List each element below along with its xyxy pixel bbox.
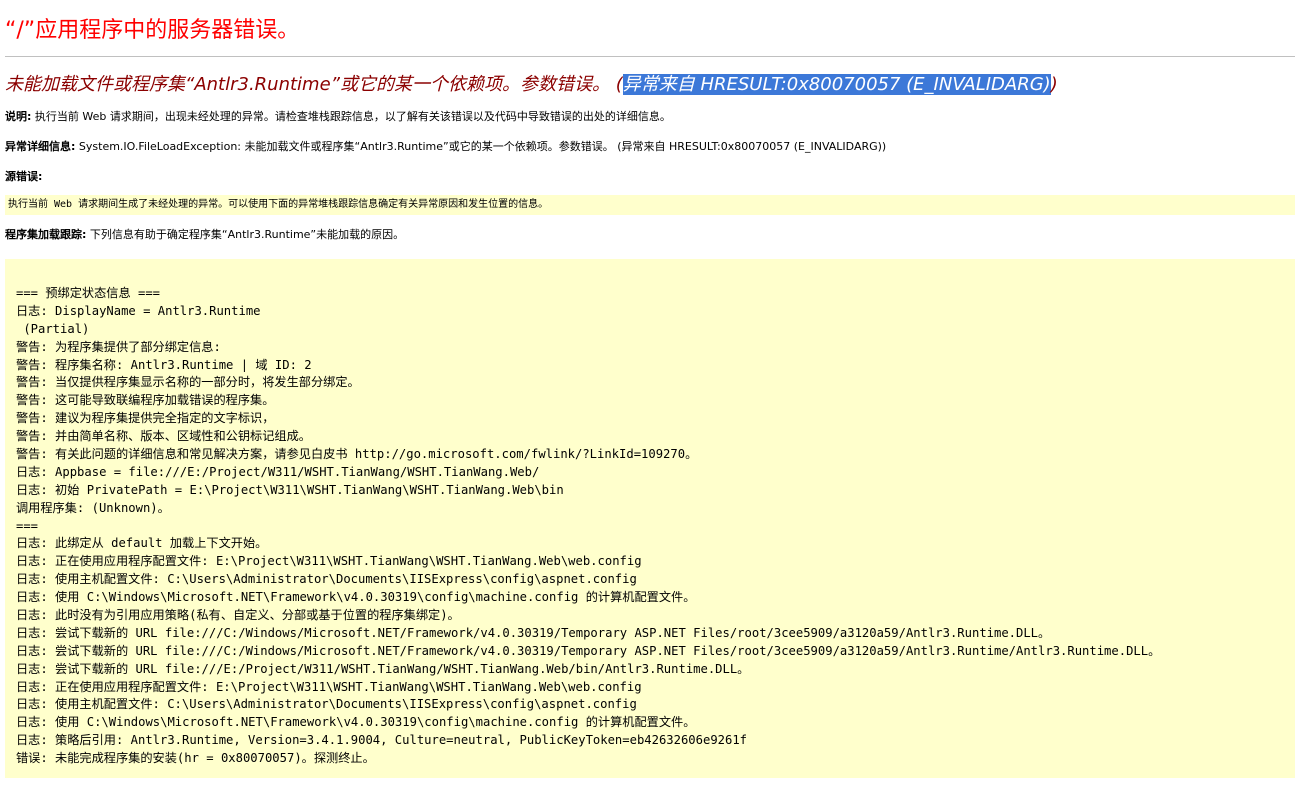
log-line: 日志: 使用 C:\Windows\Microsoft.NET\Framewor… [16,590,696,605]
log-line: 日志: 正在使用应用程序配置文件: E:\Project\W311\WSHT.T… [16,554,642,569]
log-line: 警告: 程序集名称: Antlr3.Runtime | 域 ID: 2 [16,357,312,372]
log-line: 日志: 此时没有为引用应用策略(私有、自定义、分部或基于位置的程序集绑定)。 [16,608,460,623]
source-error-heading: 源错误: [5,167,1290,187]
log-line: === [16,518,39,533]
log-line: 日志: 尝试下载新的 URL file:///E:/Project/W311/W… [16,661,750,676]
log-line: 日志: 尝试下载新的 URL file:///C:/Windows/Micros… [16,643,1161,658]
log-line: 警告: 并由简单名称、版本、区域性和公钥标记组成。 [16,429,311,444]
log-line: 警告: 当仅提供程序集显示名称的一部分时，将发生部分绑定。 [16,375,360,390]
exception-details-paragraph: 异常详细信息: System.IO.FileLoadException: 未能加… [5,137,1290,157]
source-error-box: 执行当前 Web 请求期间生成了未经处理的异常。可以使用下面的异常堆栈跟踪信息确… [5,195,1295,215]
log-line: 日志: DisplayName = Antlr3.Runtime [16,303,261,318]
title-divider [5,56,1295,57]
log-line: 警告: 这可能导致联编程序加载错误的程序集。 [16,393,275,408]
subtitle-suffix: ) [1050,74,1058,95]
log-line: 日志: 正在使用应用程序配置文件: E:\Project\W311\WSHT.T… [16,679,642,694]
log-line: === 预绑定状态信息 === [16,286,161,300]
log-line: 警告: 有关此问题的详细信息和常见解决方案，请参见白皮书 http://go.m… [16,447,698,462]
log-line: 日志: Appbase = file:///E:/Project/W311/WS… [16,464,540,479]
source-error-label: 源错误: [5,170,43,183]
log-line: 日志: 使用主机配置文件: C:\Users\Administrator\Doc… [16,697,637,712]
log-line: 日志: 策略后引用: Antlr3.Runtime, Version=3.4.1… [16,733,748,748]
error-subtitle: 未能加载文件或程序集“Antlr3.Runtime”或它的某一个依赖项。参数错误… [5,71,1290,99]
log-line: 日志: 使用主机配置文件: C:\Users\Administrator\Doc… [16,572,637,587]
exception-details-text: System.IO.FileLoadException: 未能加载文件或程序集“… [75,140,887,153]
assembly-trace-paragraph: 程序集加载跟踪: 下列信息有助于确定程序集“Antlr3.Runtime”未能加… [5,225,1290,245]
log-line: 日志: 初始 PrivatePath = E:\Project\W311\WSH… [16,482,564,497]
log-line: 调用程序集: (Unknown)。 [16,500,170,515]
assembly-log-block: === 预绑定状态信息 === 日志: DisplayName = Antlr3.… [5,259,1295,779]
log-line: 日志: 使用 C:\Windows\Microsoft.NET\Framewor… [16,715,696,730]
assembly-trace-text: 下列信息有助于确定程序集“Antlr3.Runtime”未能加载的原因。 [86,228,405,241]
description-label: 说明: [5,110,32,123]
log-line: (Partial) [16,321,90,336]
log-line: 日志: 尝试下载新的 URL file:///C:/Windows/Micros… [16,625,1051,640]
error-page: “/”应用程序中的服务器错误。 未能加载文件或程序集“Antlr3.Runtim… [0,0,1295,779]
subtitle-selected-text[interactable]: 异常来自 HRESULT:0x80070057 (E_INVALIDARG) [622,74,1051,95]
subtitle-prefix: 未能加载文件或程序集“Antlr3.Runtime”或它的某一个依赖项。参数错误… [5,74,623,95]
log-line: 警告: 为程序集提供了部分绑定信息: [16,339,221,354]
assembly-trace-label: 程序集加载跟踪: [5,228,87,241]
log-line: 错误: 未能完成程序集的安装(hr = 0x80070057)。探测终止。 [16,751,375,766]
log-line: 日志: 此绑定从 default 加载上下文开始。 [16,536,268,551]
description-text: 执行当前 Web 请求期间，出现未经处理的异常。请检查堆栈跟踪信息，以了解有关该… [31,110,671,123]
page-title: “/”应用程序中的服务器错误。 [5,18,300,43]
exception-details-label: 异常详细信息: [5,140,76,153]
description-paragraph: 说明: 执行当前 Web 请求期间，出现未经处理的异常。请检查堆栈跟踪信息，以了… [5,107,1290,127]
log-line: 警告: 建议为程序集提供完全指定的文字标识， [16,411,275,426]
